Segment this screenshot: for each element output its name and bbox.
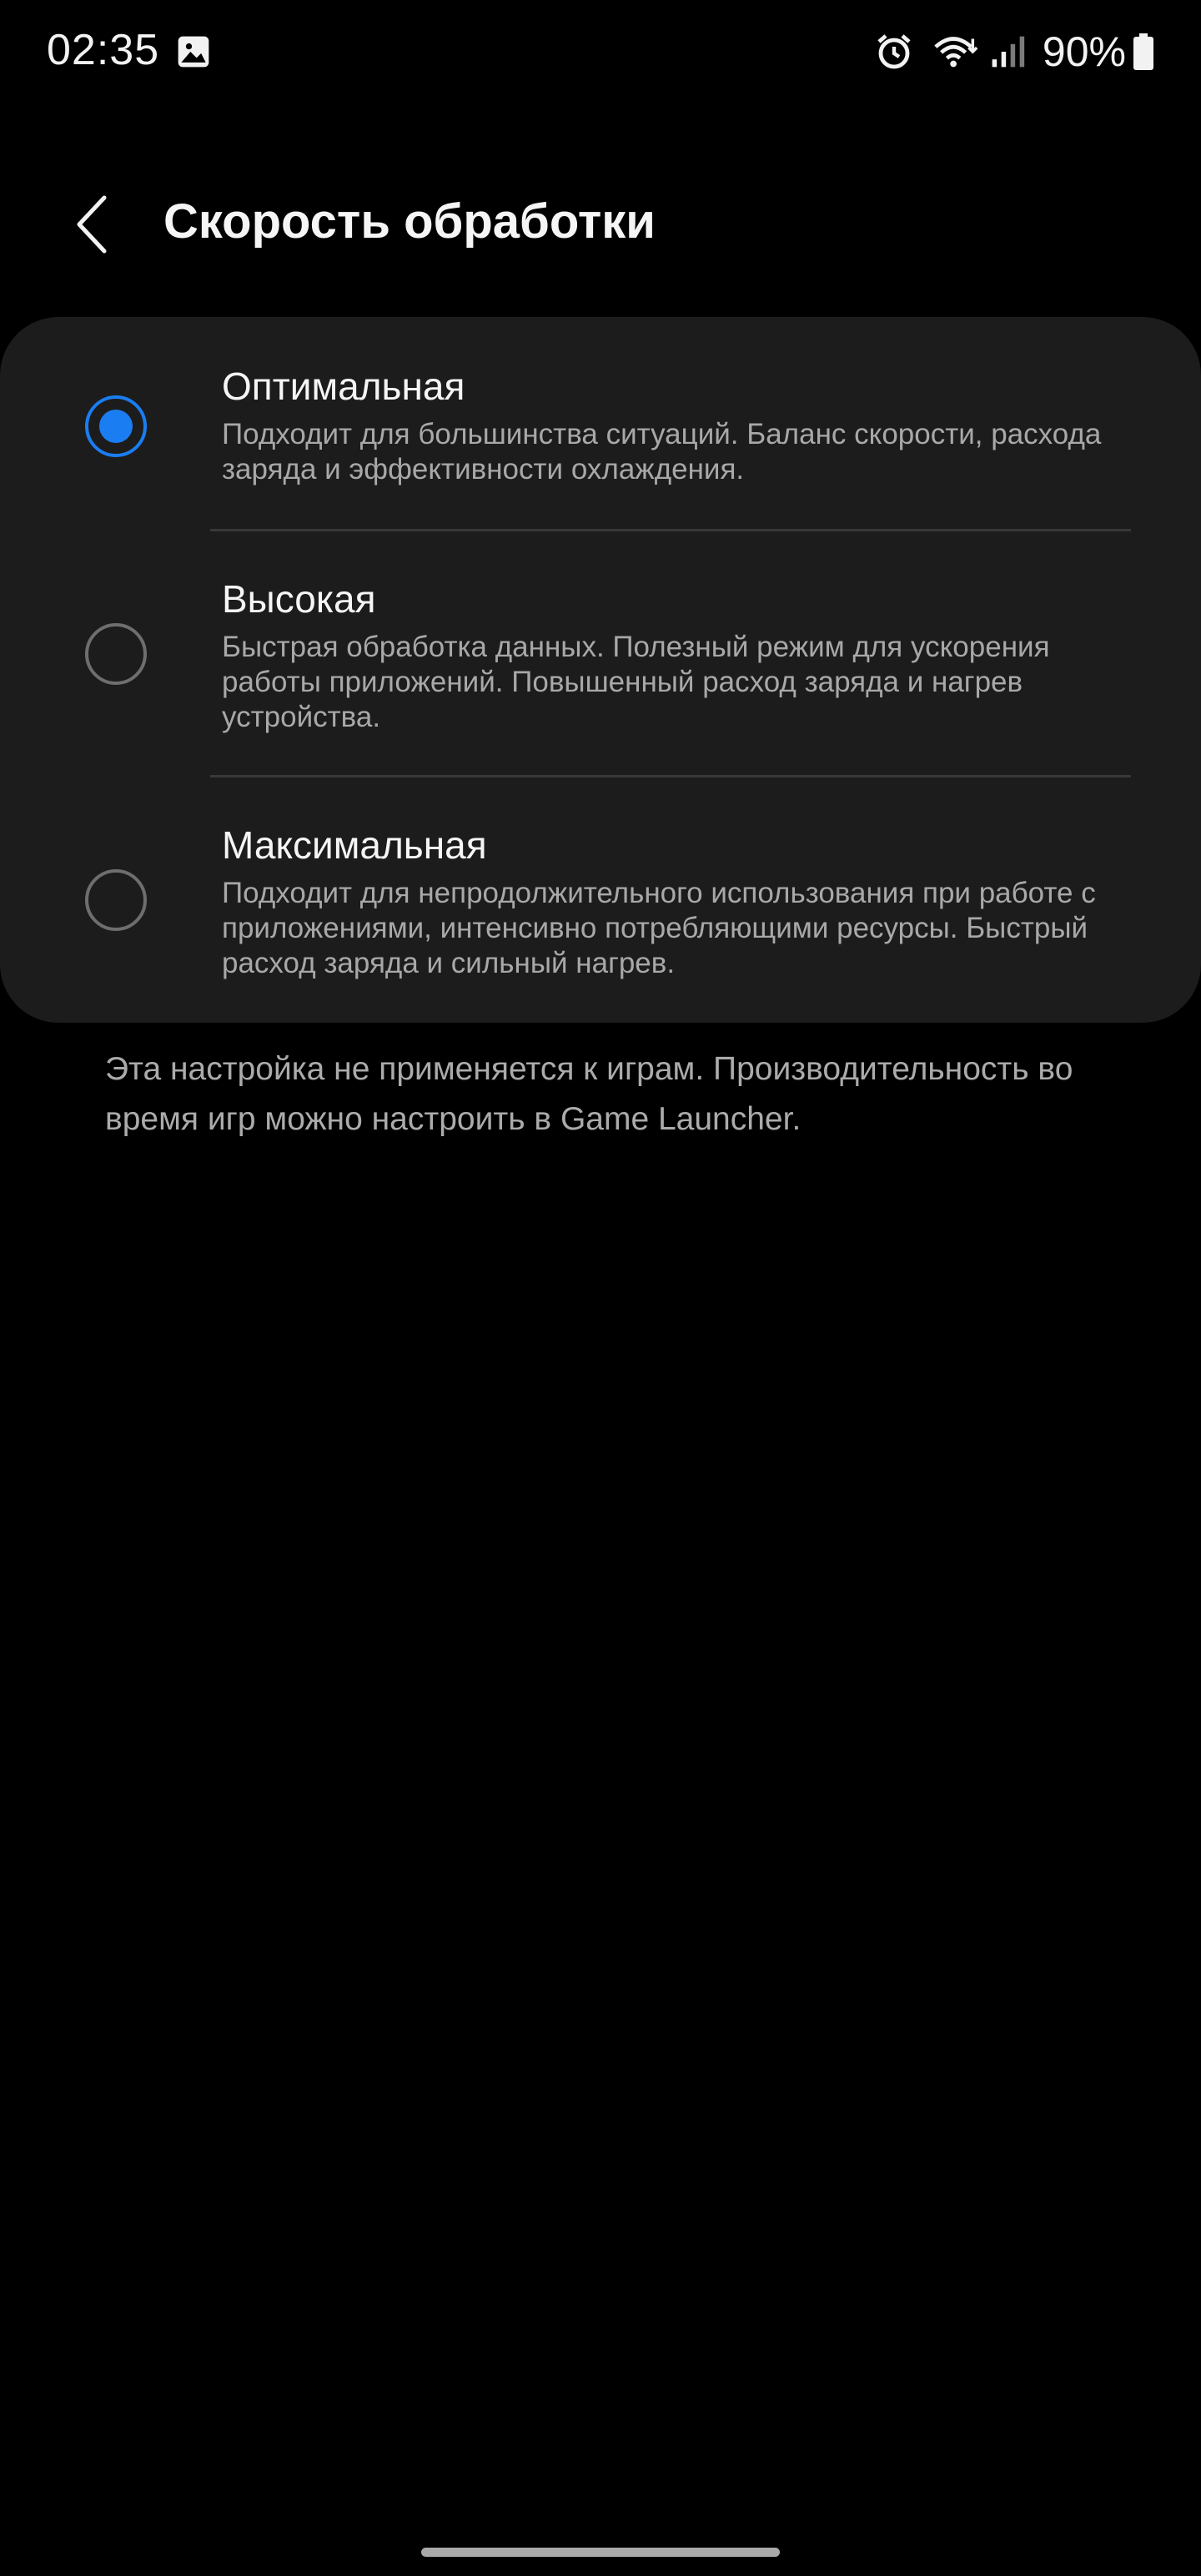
app-header: Скорость обработки (0, 175, 1201, 275)
chevron-left-icon (77, 195, 107, 254)
alarm-icon (877, 34, 911, 69)
radio-button-optimal[interactable] (85, 395, 147, 457)
option-title: Высокая (222, 577, 376, 621)
option-description: Подходит для большинства ситуаций. Балан… (222, 418, 1102, 486)
option-high[interactable]: Высокая Быстрая обработка данных. Полезн… (0, 531, 1201, 776)
status-icons: 90% (874, 25, 1154, 78)
processing-speed-options: Оптимальная Подходит для большинства сит… (0, 317, 1201, 1023)
option-optimal[interactable]: Оптимальная Подходит для большинства сит… (0, 317, 1201, 531)
back-button[interactable] (58, 187, 125, 262)
status-time: 02:35 (47, 26, 160, 74)
screen: 02:35 90% Скорость обработки Оптимальная… (0, 0, 1201, 2576)
option-description: Подходит для непродолжительного использо… (222, 877, 1096, 979)
option-title: Оптимальная (222, 365, 465, 408)
option-description: Быстрая обработка данных. Полезный режим… (222, 631, 1050, 733)
home-indicator[interactable] (421, 2548, 780, 2557)
games-note: Эта настройка не применяется к играм. Пр… (105, 1051, 1073, 1137)
option-maximum[interactable]: Максимальная Подходит для непродолжитель… (0, 777, 1201, 1023)
radio-selected-dot (99, 410, 133, 443)
gallery-icon (178, 36, 209, 68)
option-title: Максимальная (222, 823, 487, 867)
battery-percentage: 90% (1042, 28, 1126, 75)
radio-button-maximum[interactable] (85, 869, 147, 931)
signal-icon (992, 36, 1025, 68)
page-title: Скорость обработки (163, 194, 656, 249)
wifi-icon (934, 37, 978, 68)
status-bar: 02:35 90% (0, 0, 1201, 100)
radio-button-high[interactable] (85, 623, 147, 685)
battery-icon (1133, 33, 1153, 70)
